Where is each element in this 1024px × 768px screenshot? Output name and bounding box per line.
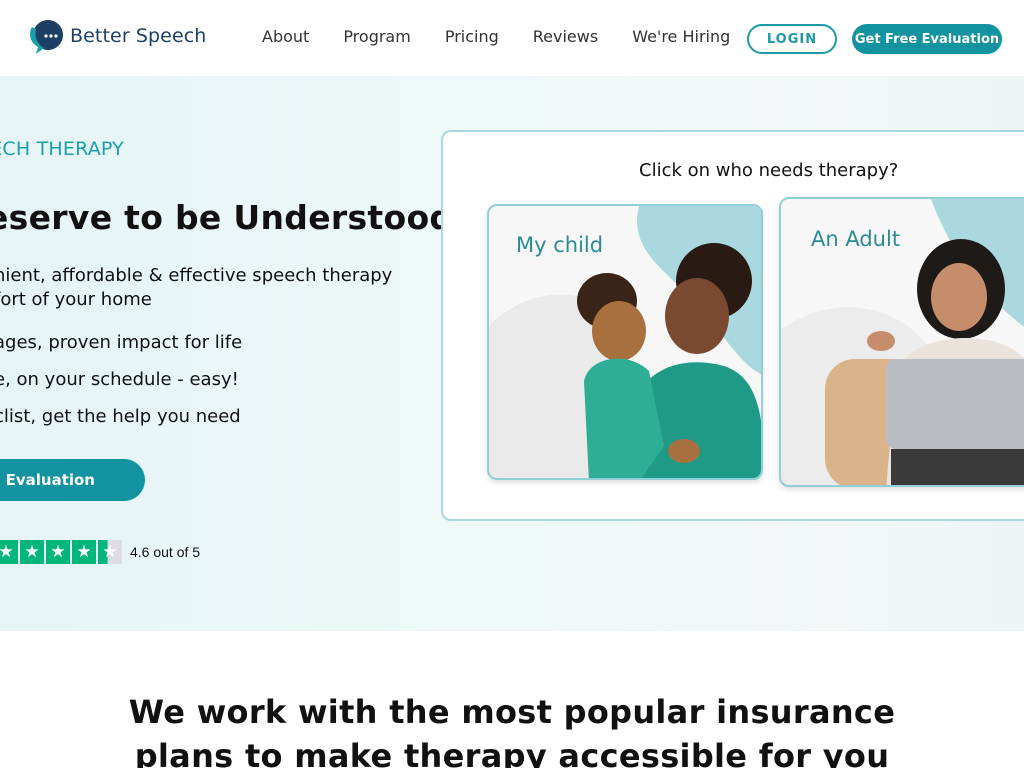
selector-title: Click on who needs therapy? bbox=[639, 160, 899, 181]
therapy-selector-card: Click on who needs therapy? My child An … bbox=[441, 130, 1024, 521]
nav-reviews[interactable]: Reviews bbox=[533, 27, 598, 46]
hero-bullet: clist, get the help you need bbox=[0, 406, 241, 427]
hero-headline: eserve to be Understood! bbox=[0, 198, 469, 237]
login-button[interactable]: LOGIN bbox=[747, 24, 837, 54]
option-label: An Adult bbox=[811, 227, 901, 251]
get-free-evaluation-button[interactable]: Get Free Evaluation bbox=[852, 24, 1002, 54]
insurance-heading: We work with the most popular insurance … bbox=[0, 690, 1024, 768]
option-my-child[interactable]: My child bbox=[487, 204, 763, 480]
star-icon: ★ bbox=[72, 540, 96, 564]
brand-name: Better Speech bbox=[70, 25, 207, 47]
option-label: My child bbox=[516, 233, 604, 257]
partial-star-icon: ★ bbox=[98, 540, 122, 564]
hero-subheadline-line2: fort of your home bbox=[0, 289, 152, 310]
hero-eyebrow: EECH THERAPY bbox=[0, 138, 124, 160]
nav-pricing[interactable]: Pricing bbox=[445, 27, 499, 46]
main-nav: About Program Pricing Reviews We're Hiri… bbox=[262, 27, 764, 46]
insurance-heading-line1: We work with the most popular insurance bbox=[128, 693, 896, 731]
nav-about[interactable]: About bbox=[262, 27, 309, 46]
star-icon: ★ bbox=[20, 540, 44, 564]
speech-bubble-logo-icon bbox=[28, 17, 64, 55]
site-header: Better Speech About Program Pricing Revi… bbox=[0, 0, 1024, 76]
insurance-heading-line2: plans to make therapy accessible for you bbox=[134, 737, 890, 768]
option-an-adult[interactable]: An Adult bbox=[779, 197, 1024, 487]
hero-bullet: e, on your schedule - easy! bbox=[0, 369, 239, 390]
hero-subheadline-line1: nient, affordable & effective speech the… bbox=[0, 265, 393, 286]
hero-section: EECH THERAPY eserve to be Understood! ni… bbox=[0, 76, 1024, 631]
nav-program[interactable]: Program bbox=[343, 27, 411, 46]
nav-hiring[interactable]: We're Hiring bbox=[632, 27, 730, 46]
star-icon: ★ bbox=[0, 540, 18, 564]
hero-subheadline: nient, affordable & effective speech the… bbox=[0, 264, 392, 312]
hero-evaluation-button[interactable]: ee Evaluation bbox=[0, 459, 145, 501]
rating-text: 4.6 out of 5 bbox=[130, 544, 201, 560]
hero-bullet: ages, proven impact for life bbox=[0, 332, 243, 353]
brand-logo[interactable]: Better Speech bbox=[28, 17, 206, 55]
star-icon: ★ bbox=[46, 540, 70, 564]
trustpilot-stars: ★ ★ ★ ★ ★ bbox=[0, 540, 124, 564]
